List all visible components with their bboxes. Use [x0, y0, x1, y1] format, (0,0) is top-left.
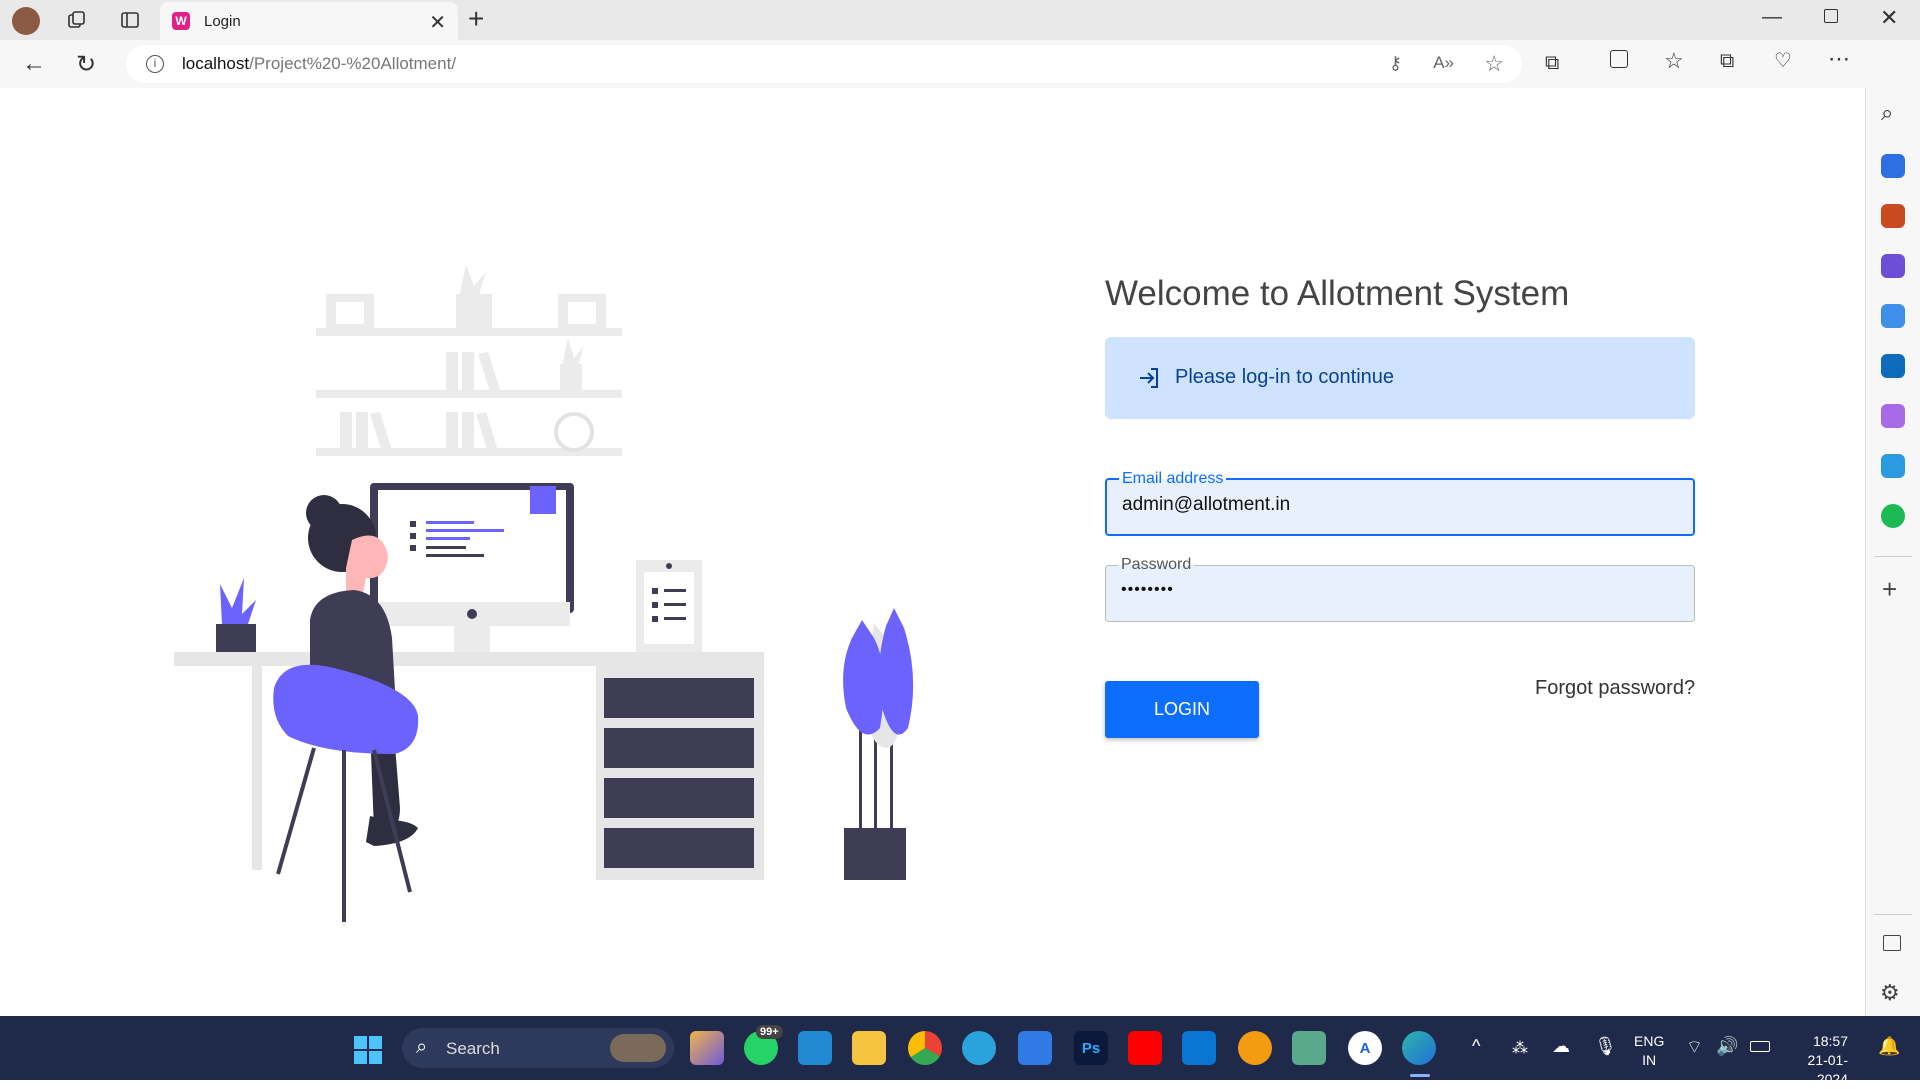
clock[interactable]: 18:57 21-01-2024 — [1780, 1032, 1848, 1089]
taskbar-file-explorer-icon[interactable] — [852, 1031, 886, 1065]
new-tab-icon[interactable]: + — [468, 4, 484, 34]
minimize-icon[interactable]: — — [1762, 6, 1782, 29]
sidebar-hide-icon[interactable] — [1883, 935, 1901, 951]
language-label: ENG — [1634, 1033, 1665, 1049]
start-windows-icon[interactable] — [354, 1036, 382, 1064]
split-screen-icon[interactable] — [1610, 50, 1628, 68]
url-host: localhost — [182, 54, 250, 73]
address-bar[interactable]: i localhost/Project%20-%20Allotment/ ⚷ A… — [126, 45, 1522, 83]
restore-icon[interactable] — [1824, 9, 1838, 23]
browser-title-bar: W Login ✕ + — ✕ — [0, 0, 1920, 40]
sidebar-search-icon[interactable]: ⌕ — [1881, 100, 1893, 126]
taskbar-search-placeholder: Search — [446, 1039, 500, 1058]
tab-close-icon[interactable]: ✕ — [429, 10, 446, 35]
login-button[interactable]: LOGIN — [1105, 681, 1259, 738]
email-field[interactable]: Email address admin@allotment.in — [1105, 470, 1695, 536]
tray-dropbox-icon[interactable]: ⁂ — [1512, 1038, 1528, 1058]
tray-onedrive-icon[interactable]: ☁ — [1552, 1036, 1570, 1057]
page-content: Welcome to Allotment System Please log-i… — [4, 88, 1866, 1016]
taskbar-youtube-icon[interactable] — [1128, 1031, 1162, 1065]
sidebar-send-icon[interactable] — [1881, 454, 1905, 478]
login-info-alert: Please log-in to continue — [1105, 337, 1695, 419]
read-aloud-icon[interactable]: A» — [1433, 53, 1454, 73]
site-info-icon[interactable]: i — [146, 55, 164, 73]
tab-favicon-icon: W — [172, 12, 190, 30]
favorites-icon[interactable]: ☆ — [1664, 48, 1684, 74]
tray-battery-icon[interactable] — [1750, 1041, 1770, 1052]
sidebar-divider — [1874, 556, 1912, 557]
sidebar-outlook-icon[interactable] — [1881, 354, 1905, 378]
browser-essentials-icon[interactable]: ♡ — [1774, 48, 1792, 73]
active-app-indicator — [1410, 1074, 1430, 1077]
taskbar-photoshop-icon[interactable]: Ps — [1074, 1031, 1108, 1065]
taskbar-telegram-icon[interactable] — [962, 1031, 996, 1065]
forgot-password-link[interactable]: Forgot password? — [1535, 677, 1695, 700]
sidebar-designer-icon[interactable] — [1881, 404, 1905, 428]
sidebar-add-icon[interactable]: + — [1882, 574, 1897, 605]
tray-overflow-icon[interactable]: ^ — [1472, 1036, 1480, 1057]
favorite-star-icon[interactable]: ☆ — [1484, 51, 1504, 77]
more-options-icon[interactable]: ⋯ — [1828, 46, 1850, 72]
tab-login[interactable]: W Login ✕ — [160, 2, 458, 40]
sidebar-settings-icon[interactable]: ⚙ — [1880, 980, 1900, 1006]
taskbar-copilot-pre-icon[interactable] — [690, 1031, 724, 1065]
sidebar-microsoft365-icon[interactable] — [1881, 304, 1905, 328]
tab-title: Login — [204, 12, 241, 30]
language-indicator[interactable]: ENG IN — [1634, 1032, 1664, 1070]
taskbar-search-box[interactable]: ⌕ Search — [402, 1028, 674, 1068]
extensions-icon[interactable]: ⧉ — [1545, 52, 1559, 75]
email-value: admin@allotment.in — [1122, 494, 1291, 515]
taskbar-search-icon: ⌕ — [416, 1036, 428, 1058]
edge-sidebar: ⌕ + ⚙ — [1866, 40, 1920, 1016]
taskbar-chatgpt-icon[interactable] — [1292, 1031, 1326, 1065]
taskbar-arc-icon[interactable]: A — [1348, 1031, 1382, 1065]
password-field[interactable]: Password •••••••• — [1105, 556, 1695, 622]
vertical-tabs-icon[interactable] — [112, 2, 148, 38]
sidebar-tools-icon[interactable] — [1881, 204, 1905, 228]
password-key-icon[interactable]: ⚷ — [1389, 53, 1402, 74]
region-label: IN — [1642, 1052, 1657, 1068]
info-message: Please log-in to continue — [1175, 366, 1395, 388]
sign-in-icon — [1140, 368, 1158, 388]
back-icon[interactable]: ← — [22, 50, 46, 78]
office-illustration — [174, 264, 914, 922]
refresh-icon[interactable]: ↻ — [76, 50, 96, 79]
taskbar-whatsapp-icon[interactable]: 99+ — [744, 1025, 783, 1065]
notification-bell-icon[interactable]: 🔔 — [1878, 1036, 1900, 1057]
taskbar-edge-icon[interactable] — [1402, 1031, 1436, 1065]
clock-time: 18:57 — [1812, 1033, 1848, 1049]
sidebar-games-icon[interactable] — [1881, 254, 1905, 278]
welcome-heading: Welcome to Allotment System — [1105, 274, 1570, 313]
search-highlight-image — [610, 1034, 666, 1062]
sidebar-spotify-icon[interactable] — [1881, 504, 1905, 528]
windows-taskbar: ⌕ Search — [0, 1016, 1920, 1080]
tray-microphone-icon[interactable]: 🎙 — [1594, 1036, 1617, 1057]
taskbar-mail-icon[interactable] — [1018, 1031, 1052, 1065]
password-value: •••••••• — [1121, 581, 1174, 598]
workspaces-icon[interactable] — [58, 2, 94, 38]
sidebar-divider — [1874, 914, 1912, 915]
password-label: Password — [1118, 556, 1195, 574]
tray-wifi-icon[interactable]: ⌔ — [1686, 1036, 1703, 1059]
taskbar-notes-icon[interactable] — [1182, 1031, 1216, 1065]
close-window-icon[interactable]: ✕ — [1880, 5, 1898, 31]
clock-date: 21-01-2024 — [1807, 1052, 1848, 1087]
tray-volume-icon[interactable]: 🔊 — [1716, 1036, 1738, 1057]
profile-avatar[interactable] — [12, 7, 40, 35]
email-label: Email address — [1119, 470, 1227, 488]
collections-icon[interactable]: ⧉ — [1720, 50, 1734, 73]
whatsapp-badge: 99+ — [756, 1025, 783, 1039]
url-path: /Project%20-%20Allotment/ — [249, 54, 457, 73]
taskbar-chrome-icon[interactable] — [908, 1031, 942, 1065]
taskbar-brave-icon[interactable] — [1238, 1031, 1272, 1065]
sidebar-shopping-icon[interactable] — [1881, 154, 1905, 178]
taskbar-vscode-icon[interactable] — [798, 1031, 832, 1065]
